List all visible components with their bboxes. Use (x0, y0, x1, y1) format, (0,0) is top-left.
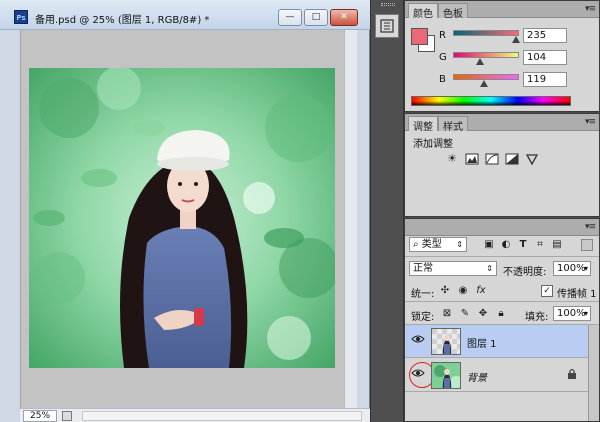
blue-channel-label: B (439, 74, 446, 85)
filter-pixel-icon[interactable]: ▣ (483, 239, 495, 251)
visibility-eye-icon[interactable] (410, 368, 426, 382)
blue-slider-thumb[interactable] (480, 80, 488, 87)
green-slider[interactable] (453, 52, 519, 58)
layer1-name[interactable]: 图层 1 (467, 335, 497, 350)
vibrance-icon[interactable] (525, 152, 539, 166)
green-channel-label: G (439, 52, 447, 63)
propagate-frame-label: 传播帧 1 (557, 289, 597, 300)
layers-tabrow: ▾≡ (405, 219, 599, 236)
status-menu-icon[interactable] (62, 411, 72, 421)
filter-toggle-icon[interactable] (581, 239, 593, 251)
curves-icon[interactable] (485, 152, 499, 166)
filter-kind-label: 类型 (421, 239, 442, 250)
color-spectrum-bar[interactable] (411, 96, 571, 106)
layers-scrollbar[interactable] (588, 325, 599, 421)
opacity-value: 100% (557, 263, 586, 274)
blend-mode-select[interactable]: 正常 ⇕ (409, 261, 497, 276)
photoshop-app-icon: Ps (14, 10, 28, 24)
fill-field[interactable]: 100% ▾ (553, 306, 591, 321)
zoom-level-field[interactable]: 25% (23, 410, 57, 422)
layer-filter-kind-select[interactable]: ⌕ 类型 ⇕ (409, 237, 467, 252)
unify-visibility-icon[interactable]: ◉ (457, 285, 469, 297)
green-slider-thumb[interactable] (476, 58, 484, 65)
panel-menu-icon[interactable]: ▾≡ (585, 4, 596, 14)
lock-transparent-icon[interactable]: ⊠ (441, 308, 453, 320)
minimize-button[interactable]: — (278, 9, 302, 26)
fill-label: 填充: (525, 312, 549, 323)
background-thumbnail (431, 362, 461, 389)
document-canvas-image[interactable] (29, 68, 335, 368)
layers-menu-icon[interactable]: ▾≡ (585, 222, 596, 232)
filter-shape-icon[interactable]: ⌗ (534, 239, 546, 251)
filter-adjustment-icon[interactable]: ◐ (500, 239, 512, 251)
red-channel-label: R (439, 30, 446, 41)
portrait-photo (29, 68, 335, 368)
blue-value-field[interactable]: 119 (523, 72, 567, 87)
chevron-down-icon: ▾ (583, 309, 588, 318)
right-panel-dock: 颜色 色板 ▾≡ R 235 G 104 B 119 调整 样式 ▾≡ 添加调整… (404, 0, 600, 422)
visibility-eye-icon[interactable] (410, 334, 426, 348)
chevron-down-icon: ▾ (583, 264, 588, 273)
tab-adjustments[interactable]: 调整 (408, 116, 438, 133)
history-icon[interactable] (375, 14, 399, 38)
opacity-field[interactable]: 100% ▾ (553, 261, 591, 276)
filter-smartobject-icon[interactable]: ▤ (551, 239, 563, 251)
red-slider-thumb[interactable] (512, 36, 520, 43)
brightness-icon[interactable]: ☀ (445, 152, 459, 166)
horizontal-scrollbar[interactable] (82, 411, 362, 421)
levels-icon[interactable] (465, 152, 479, 166)
opacity-label: 不透明度: (503, 267, 547, 278)
red-slider[interactable] (453, 30, 519, 36)
tab-swatches[interactable]: 色板 (438, 3, 468, 20)
layers-panel: ▾≡ ⌕ 类型 ⇕ ▣ ◐ T ⌗ ▤ 正常 ⇕ 不透明度: 100% ▾ 统一: ✣… (404, 218, 600, 422)
layer-row-background[interactable]: 背景 (405, 359, 588, 392)
chevron-updown-icon: ⇕ (486, 264, 493, 273)
fill-value: 100% (557, 308, 586, 319)
vertical-scrollbar[interactable] (344, 30, 357, 408)
document-titlebar[interactable]: Ps 备用.psd @ 25% (图层 1, RGB/8#) * — □ ✕ (0, 0, 370, 30)
adjustments-panel: 调整 样式 ▾≡ 添加调整 ☀ (404, 113, 600, 217)
close-button[interactable]: ✕ (330, 9, 358, 26)
chevron-updown-icon: ⇕ (456, 240, 463, 249)
unify-style-icon[interactable]: fx (475, 285, 487, 297)
panel-dock-strip (370, 0, 404, 422)
restore-button[interactable]: □ (304, 9, 328, 26)
propagate-frame-checkbox[interactable]: ✓ (541, 285, 553, 297)
blend-mode-value: 正常 (413, 263, 433, 274)
document-title: 备用.psd @ 25% (图层 1, RGB/8#) * (35, 15, 210, 26)
background-layer-name[interactable]: 背景 (467, 369, 487, 384)
lock-pixels-icon[interactable]: ✎ (459, 308, 471, 320)
tab-styles[interactable]: 样式 (438, 116, 468, 133)
foreground-color-swatch[interactable] (411, 28, 428, 45)
color-panel: 颜色 色板 ▾≡ R 235 G 104 B 119 (404, 0, 600, 112)
lock-label: 锁定: (411, 312, 435, 323)
layer1-thumbnail (431, 328, 461, 355)
exposure-icon[interactable] (505, 152, 519, 166)
add-adjustment-title: 添加调整 (413, 139, 453, 150)
dock-grip[interactable] (381, 3, 395, 6)
lock-icon (567, 368, 577, 382)
lock-position-icon[interactable]: ✥ (477, 308, 489, 320)
layer-row-layer1[interactable]: 图层 1 (405, 325, 588, 358)
lock-all-icon[interactable]: 🔒︎ (495, 308, 507, 320)
unify-label: 统一: (411, 289, 435, 300)
search-icon: ⌕ (413, 239, 422, 250)
document-window: Ps 备用.psd @ 25% (图层 1, RGB/8#) * — □ ✕ 2… (0, 0, 370, 422)
red-value-field[interactable]: 235 (523, 28, 567, 43)
tab-color[interactable]: 颜色 (408, 3, 438, 20)
adjustments-menu-icon[interactable]: ▾≡ (585, 117, 596, 127)
unify-position-icon[interactable]: ✣ (439, 285, 451, 297)
filter-type-icon[interactable]: T (517, 239, 529, 251)
status-bar: 25% (20, 408, 370, 422)
green-value-field[interactable]: 104 (523, 50, 567, 65)
